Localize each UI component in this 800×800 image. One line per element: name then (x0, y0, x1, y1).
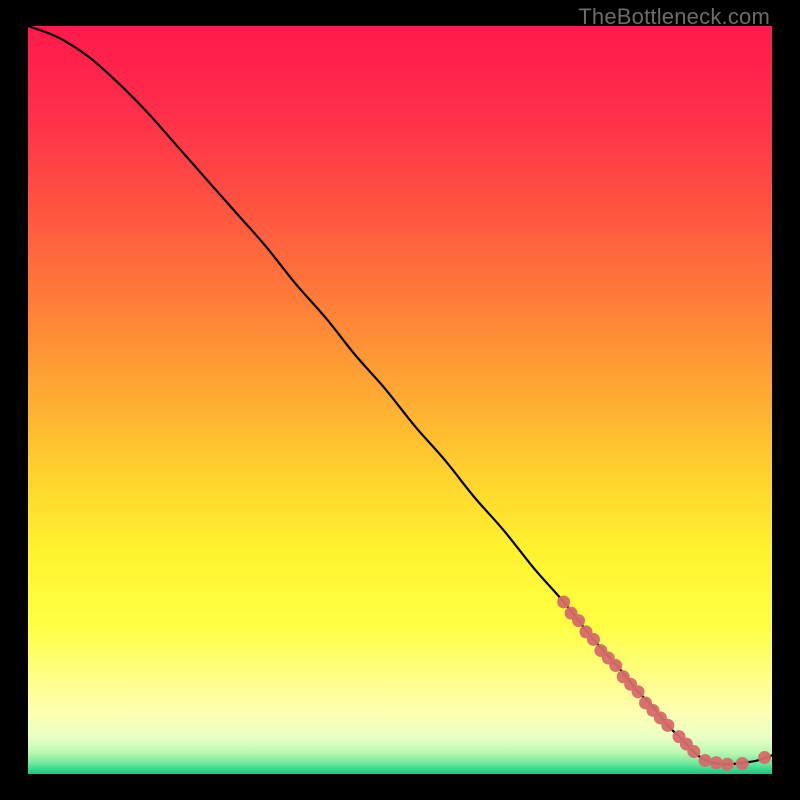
highlight-dot (557, 595, 570, 608)
highlight-dot (572, 614, 585, 627)
chart-frame: TheBottleneck.com (0, 0, 800, 800)
highlight-dot (587, 633, 600, 646)
highlight-dot (632, 685, 645, 698)
highlight-dot (661, 719, 674, 732)
highlight-dot (721, 758, 734, 771)
highlight-dot (687, 745, 700, 758)
highlight-dot (699, 754, 712, 767)
gradient-background (28, 26, 772, 774)
highlight-dot (758, 751, 771, 764)
highlight-dot (736, 757, 749, 770)
highlight-dot (609, 659, 622, 672)
chart-svg (28, 26, 772, 774)
chart-plot-area (28, 26, 772, 774)
highlight-dot (710, 756, 723, 769)
